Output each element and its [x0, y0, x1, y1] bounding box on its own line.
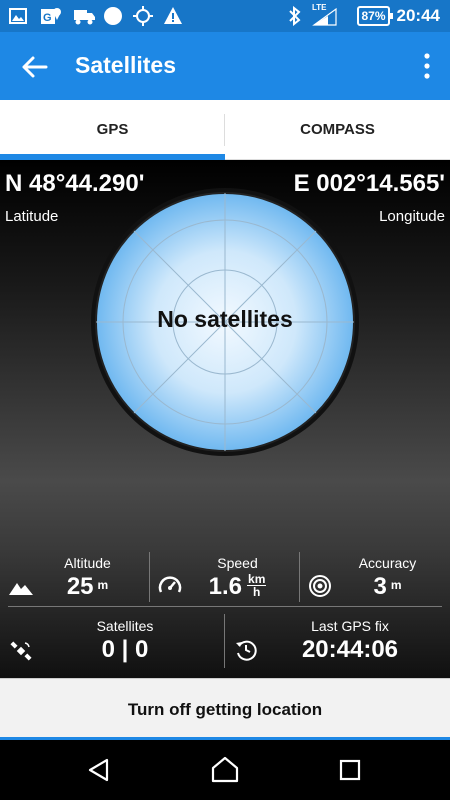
image-icon	[9, 8, 27, 24]
tab-compass[interactable]: COMPASS	[225, 100, 450, 160]
accuracy-unit: m	[390, 578, 402, 592]
app-bar: Satellites	[0, 32, 450, 100]
satellites-label: Satellites	[96, 618, 154, 634]
accuracy-target-icon	[309, 575, 331, 597]
nav-recents-icon[interactable]	[334, 754, 366, 786]
accuracy-value: 3m	[373, 573, 402, 600]
status-bar: G LTE 87% 20:44	[0, 0, 450, 32]
bluetooth-icon	[289, 6, 301, 26]
gps-panel: N 48°44.290' Latitude E 002°14.565' Long…	[0, 160, 450, 678]
speedometer-icon	[158, 576, 182, 593]
last-fix-value: 20:44:06	[301, 636, 399, 663]
longitude-label: Longitude	[379, 208, 445, 225]
altitude-unit: m	[97, 578, 109, 592]
stat-divider	[224, 614, 225, 668]
signal-icon	[312, 7, 337, 26]
nav-back-icon[interactable]	[83, 754, 115, 786]
system-nav-bar	[0, 740, 450, 800]
overflow-menu-icon[interactable]	[420, 52, 434, 80]
last-fix-label: Last GPS fix	[311, 618, 389, 634]
stats-divider	[8, 606, 442, 607]
car-icon	[74, 10, 95, 25]
speed-label: Speed	[217, 555, 258, 571]
back-arrow-icon[interactable]	[18, 50, 52, 84]
altitude-label: Altitude	[64, 555, 111, 571]
warning-icon	[164, 7, 182, 24]
svg-text:G: G	[43, 12, 52, 24]
altitude-value: 25 m	[66, 573, 109, 600]
status-time: 20:44	[396, 6, 440, 25]
action-bar: Turn off getting location	[0, 678, 450, 740]
speed-unit: km h	[247, 572, 267, 599]
tab-gps[interactable]: GPS	[0, 100, 225, 160]
tab-bar: GPS COMPASS	[0, 100, 450, 160]
nav-home-icon[interactable]	[209, 754, 241, 786]
location-target-icon	[133, 6, 153, 26]
speed-value: 1.6 km h	[208, 572, 267, 600]
gps-fix-history-icon	[236, 640, 257, 661]
stat-divider	[149, 552, 150, 602]
mountain-icon	[9, 583, 33, 595]
turn-off-location-button[interactable]: Turn off getting location	[0, 679, 450, 740]
battery-indicator: 87%	[357, 6, 393, 26]
stat-divider	[299, 552, 300, 602]
satellite-icon	[10, 641, 32, 661]
latitude-label: Latitude	[5, 208, 59, 225]
satellites-value: 0 | 0	[101, 636, 149, 663]
page-title: Satellites	[75, 52, 176, 78]
maps-icon: G	[41, 8, 61, 24]
accuracy-label: Accuracy	[358, 555, 417, 571]
radar-message: No satellites	[157, 306, 293, 332]
circle-icon	[104, 7, 122, 25]
